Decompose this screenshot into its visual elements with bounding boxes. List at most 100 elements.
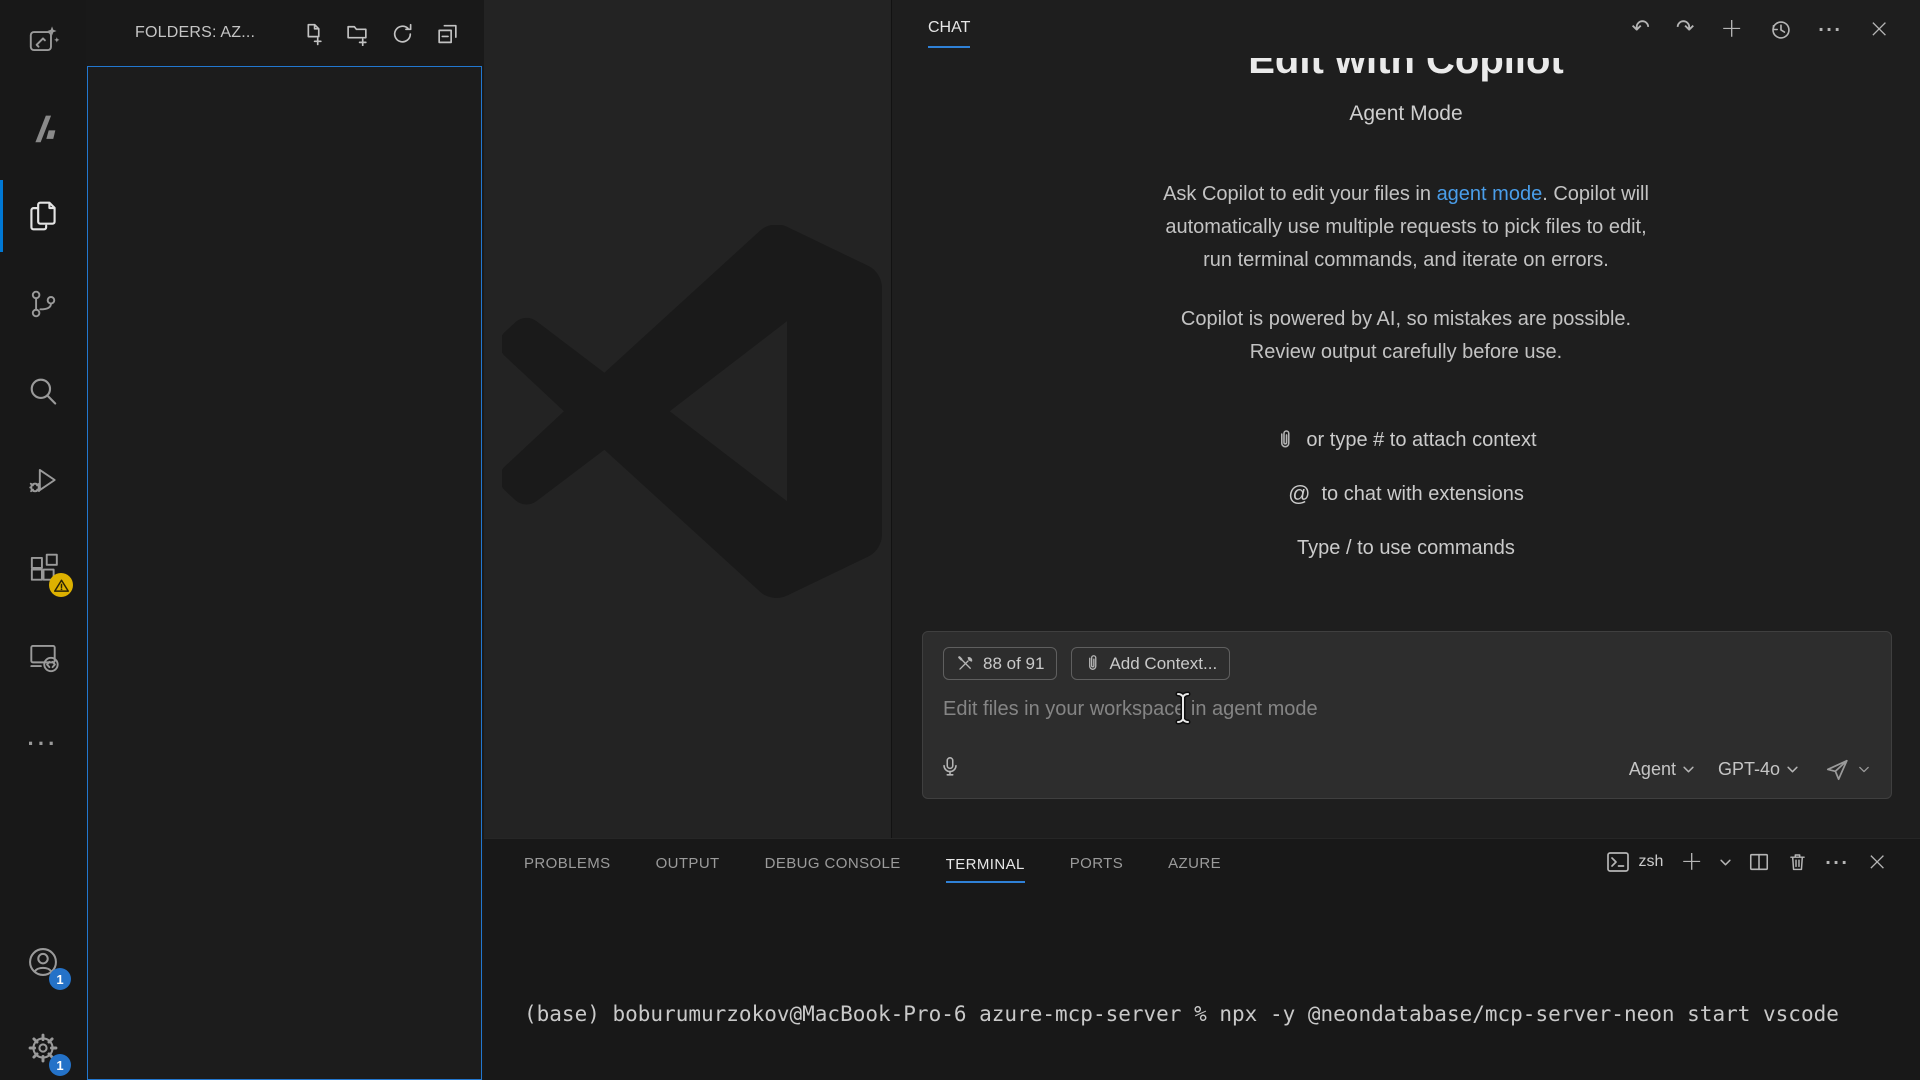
p1-line3: run terminal commands, and iterate on er… — [1066, 244, 1746, 277]
add-context-button[interactable]: Add Context... — [1071, 647, 1230, 680]
terminal-profile-chevron-icon[interactable] — [1720, 859, 1731, 866]
new-file-icon[interactable] — [300, 21, 325, 46]
remote-explorer-icon[interactable] — [19, 632, 67, 680]
chat-welcome-subtitle: Agent Mode — [892, 102, 1920, 126]
new-terminal-icon[interactable]: + — [1680, 851, 1703, 873]
accounts-badge: 1 — [49, 968, 71, 990]
vscode-logo-watermark — [502, 225, 882, 605]
ellipsis-glyph: ··· — [28, 731, 59, 757]
p2-line1: Copilot is powered by AI, so mistakes ar… — [1066, 303, 1746, 336]
vscode-window: ··· 1 1 FOL — [0, 0, 1920, 1080]
azure-extension-icon[interactable] — [19, 104, 67, 152]
close-panel-icon[interactable]: × — [1868, 18, 1890, 40]
source-control-icon[interactable] — [19, 280, 67, 328]
run-debug-icon[interactable] — [19, 456, 67, 504]
tab-debug-console[interactable]: DEBUG CONSOLE — [765, 853, 901, 872]
tab-azure[interactable]: AZURE — [1168, 853, 1221, 872]
activity-bar: ··· 1 1 — [0, 0, 86, 1080]
extensions-warning-badge — [49, 573, 73, 597]
tab-terminal[interactable]: TERMINAL — [946, 842, 1025, 883]
chat-paragraph-1: Ask Copilot to edit your files in agent … — [1066, 178, 1746, 277]
explorer-header: FOLDERS: AZ... — [86, 0, 484, 66]
p1-line1: Ask Copilot to edit your files in agent … — [1066, 178, 1746, 211]
kill-terminal-icon[interactable] — [1787, 851, 1808, 873]
terminal-icon — [1606, 851, 1630, 873]
extensions-icon[interactable] — [19, 544, 67, 592]
more-actions-icon[interactable]: ··· — [1818, 20, 1842, 39]
panel-actions: zsh + ··· × — [1606, 839, 1888, 885]
explorer-glyph — [25, 198, 61, 234]
chat-welcome-content: Edit with Copilot Agent Mode Ask Copilot… — [892, 58, 1920, 618]
active-indicator — [0, 180, 3, 252]
editor-area[interactable] — [484, 0, 891, 838]
at-sign-icon: @ — [1288, 481, 1310, 507]
warning-triangle-icon — [53, 578, 70, 593]
explorer-sidebar: FOLDERS: AZ... — [86, 0, 484, 1080]
paperclip-icon — [1084, 654, 1101, 673]
p2-line2: Review output carefully before use. — [1066, 336, 1746, 369]
chevron-down-icon — [1787, 766, 1798, 773]
chevron-down-icon — [1859, 766, 1869, 773]
panel-close-icon[interactable]: × — [1866, 851, 1888, 873]
chat-input-pills: 88 of 91 Add Context... — [943, 647, 1230, 680]
agent-mode-link[interactable]: agent mode — [1437, 183, 1543, 205]
hint-use-commands: Type / to use commands — [892, 535, 1920, 561]
accounts-icon[interactable]: 1 — [19, 938, 67, 986]
copilot-chat-panel: CHAT ↶ ↷ + ··· × Edit with Copilot Agent… — [891, 0, 1920, 838]
azure-logo-glyph — [24, 109, 62, 147]
new-folder-icon[interactable] — [345, 21, 370, 46]
activity-bar-bottom: 1 1 — [0, 938, 86, 1080]
search-icon[interactable] — [19, 368, 67, 416]
chat-welcome-title: Edit with Copilot — [892, 58, 1920, 84]
remote-explorer-glyph — [26, 639, 60, 673]
explorer-actions — [300, 21, 460, 46]
folders-section-title[interactable]: FOLDERS: AZ... — [135, 24, 300, 42]
run-debug-glyph — [26, 463, 60, 497]
source-control-glyph — [26, 287, 60, 321]
paperclip-icon — [1275, 429, 1295, 451]
send-icon — [1824, 757, 1850, 783]
activity-bar-top: ··· — [0, 0, 86, 808]
chat-input-toolbar: Agent GPT-4o — [939, 755, 1869, 784]
terminal-output[interactable]: (base) boburumurzokov@MacBook-Pro-6 azur… — [524, 923, 1920, 1080]
new-chat-icon[interactable]: + — [1720, 18, 1743, 40]
hint-attach-context: or type # to attach context — [892, 427, 1920, 453]
hint-chat-extensions: @ to chat with extensions — [892, 481, 1920, 507]
undo-icon[interactable]: ↶ — [1631, 19, 1649, 39]
chat-paragraph-2: Copilot is powered by AI, so mistakes ar… — [1066, 303, 1746, 369]
panel-more-icon[interactable]: ··· — [1825, 853, 1849, 872]
tools-icon — [956, 654, 975, 673]
copilot-edits-glyph — [26, 23, 60, 57]
chat-hints: or type # to attach context @ to chat wi… — [892, 427, 1920, 561]
settings-gear-icon[interactable]: 1 — [19, 1024, 67, 1072]
send-button[interactable] — [1824, 757, 1869, 783]
tab-problems[interactable]: PROBLEMS — [524, 853, 611, 872]
tab-output[interactable]: OUTPUT — [656, 853, 720, 872]
chat-input-placeholder[interactable]: Edit files in your workspace in agent mo… — [943, 698, 1318, 721]
history-icon[interactable] — [1769, 18, 1792, 41]
bottom-panel: PROBLEMS OUTPUT DEBUG CONSOLE TERMINAL P… — [484, 838, 1920, 1080]
tools-count-pill[interactable]: 88 of 91 — [943, 647, 1057, 680]
chat-input-box[interactable]: 88 of 91 Add Context... Edit files in yo… — [922, 631, 1892, 799]
explorer-icon[interactable] — [19, 192, 67, 240]
microphone-icon[interactable] — [939, 755, 961, 784]
shell-selector[interactable]: zsh — [1606, 851, 1663, 873]
collapse-all-icon[interactable] — [435, 21, 460, 46]
chat-header-actions: ↶ ↷ + ··· × — [1631, 0, 1890, 58]
redo-icon[interactable]: ↷ — [1676, 19, 1694, 39]
chat-header: CHAT ↶ ↷ + ··· × — [892, 0, 1920, 58]
chevron-down-icon — [1683, 766, 1694, 773]
search-glyph — [26, 375, 60, 409]
refresh-icon[interactable] — [390, 21, 415, 46]
chat-input-controls: Agent GPT-4o — [1615, 757, 1869, 783]
folders-tree-empty[interactable] — [87, 66, 482, 1080]
model-picker[interactable]: GPT-4o — [1718, 759, 1798, 780]
copilot-edits-icon[interactable] — [19, 16, 67, 64]
tab-ports[interactable]: PORTS — [1070, 853, 1123, 872]
mode-picker[interactable]: Agent — [1629, 759, 1694, 780]
tab-chat[interactable]: CHAT — [928, 19, 970, 48]
more-views-icon[interactable]: ··· — [19, 720, 67, 768]
split-terminal-icon[interactable] — [1748, 851, 1770, 873]
p1-line2: automatically use multiple requests to p… — [1066, 211, 1746, 244]
terminal-line: (base) boburumurzokov@MacBook-Pro-6 azur… — [524, 1001, 1920, 1027]
